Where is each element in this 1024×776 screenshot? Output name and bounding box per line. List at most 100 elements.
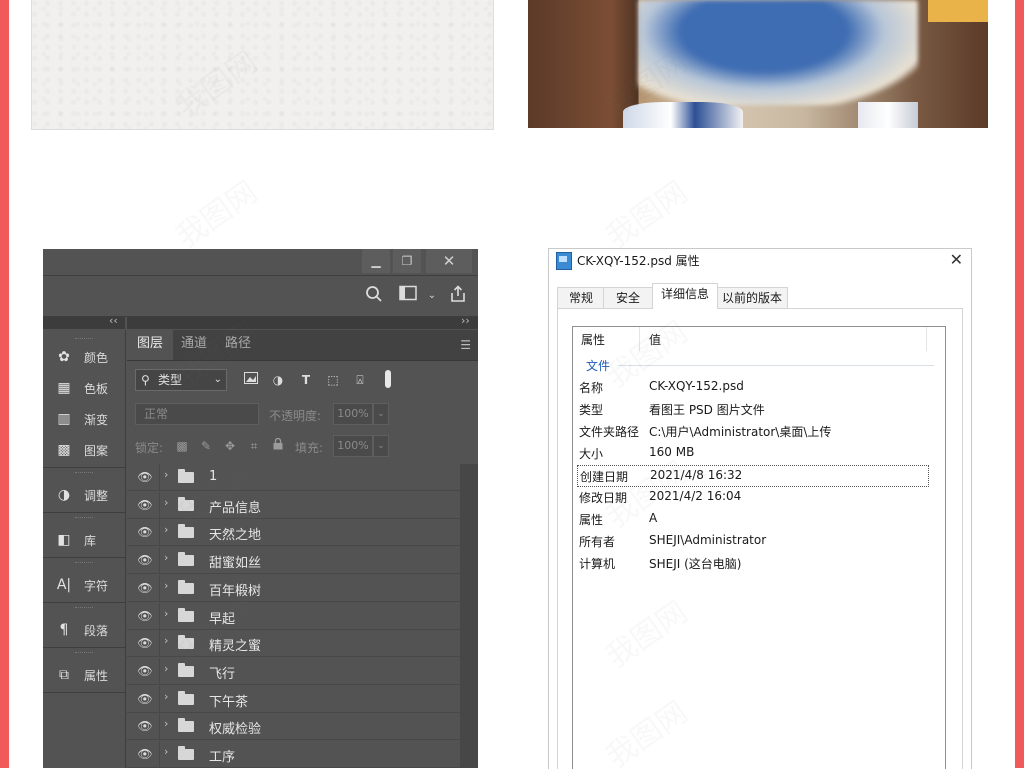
color-icon: ✿ — [58, 349, 70, 365]
smart-object-filter-icon[interactable]: ⍓ — [351, 372, 369, 388]
minimize-button[interactable]: ▁ — [362, 249, 390, 273]
blend-mode-select[interactable]: 正常 — [135, 403, 259, 425]
panel-collapse-bar[interactable]: ›› — [127, 314, 478, 329]
expand-chevron-icon[interactable]: › — [164, 579, 168, 592]
share-icon[interactable] — [447, 285, 469, 307]
visibility-eye-icon[interactable]: 👁 — [135, 523, 155, 541]
property-row[interactable]: 大小 160 MB — [577, 443, 927, 463]
visibility-eye-icon[interactable]: 👁 — [135, 551, 155, 569]
visibility-eye-icon[interactable]: 👁 — [135, 662, 155, 680]
package-image — [858, 102, 918, 128]
close-button[interactable]: ✕ — [426, 249, 472, 273]
property-row[interactable]: 文件夹路径 C:\用户\Administrator\桌面\上传 — [577, 421, 927, 441]
pixel-filter-icon[interactable] — [242, 372, 260, 388]
expand-chevron-icon[interactable]: › — [164, 551, 168, 564]
filter-toggle[interactable] — [385, 370, 391, 388]
tab-layers[interactable]: 图层 — [127, 330, 174, 360]
left-accent-border — [0, 0, 9, 768]
visibility-eye-icon[interactable]: 👁 — [135, 468, 155, 486]
dock-grip[interactable] — [75, 338, 93, 341]
dock-item-paragraph[interactable]: ¶ 段落 — [43, 617, 125, 643]
row-divider — [159, 547, 160, 574]
dock-item-pattern[interactable]: ▩ 图案 — [43, 437, 125, 463]
expand-chevron-icon[interactable]: › — [164, 523, 168, 536]
lock-transparent-icon[interactable]: ▩ — [173, 437, 191, 455]
panel-menu-icon[interactable]: ☰ — [460, 338, 471, 352]
dock-item-character[interactable]: A| 字符 — [43, 572, 125, 598]
visibility-eye-icon[interactable]: 👁 — [135, 634, 155, 652]
lock-paint-icon[interactable]: ✎ — [197, 437, 215, 455]
close-icon[interactable]: ✕ — [950, 250, 963, 269]
visibility-eye-icon[interactable]: 👁 — [135, 745, 155, 763]
layers-scrollbar[interactable] — [460, 464, 478, 768]
property-row[interactable]: 类型 看图王 PSD 图片文件 — [577, 399, 927, 419]
details-list[interactable]: 属性 值 文件 名称 CK-XQY-152.psd 类型 看图王 PSD 图片文… — [572, 326, 946, 769]
layer-row[interactable]: 👁 › 甜蜜如丝 — [127, 547, 460, 575]
dock-grip[interactable] — [75, 562, 93, 565]
dock-item-gradient[interactable]: ▥ 渐变 — [43, 406, 125, 432]
row-divider — [159, 685, 160, 712]
property-row[interactable]: 所有者 SHEJI\Administrator — [577, 531, 927, 551]
workspace-icon[interactable] — [397, 285, 419, 307]
collapse-left-icon[interactable]: ‹‹ — [109, 314, 118, 327]
expand-chevron-icon[interactable]: › — [164, 717, 168, 730]
property-key: 计算机 — [579, 557, 616, 571]
property-row[interactable]: 计算机 SHEJI (这台电脑) — [577, 553, 927, 573]
column-header-property[interactable]: 属性 — [581, 331, 605, 348]
tab-security[interactable]: 安全 — [603, 287, 653, 308]
layer-row[interactable]: 👁 › 下午茶 — [127, 685, 460, 713]
layer-row[interactable]: 👁 › 权威检验 — [127, 713, 460, 741]
layer-row[interactable]: 👁 › 1 — [127, 464, 460, 491]
visibility-eye-icon[interactable]: 👁 — [135, 579, 155, 597]
dock-divider — [43, 602, 125, 603]
lock-all-icon[interactable] — [269, 437, 287, 455]
dock-item-label: 段落 — [84, 624, 109, 638]
shape-filter-icon[interactable]: ⬚ — [324, 372, 342, 388]
adjustment-filter-icon[interactable]: ◑ — [269, 372, 287, 388]
dock-grip[interactable] — [75, 652, 93, 655]
fill-chevron-icon[interactable]: ⌄ — [373, 435, 389, 457]
tab-previous-versions[interactable]: 以前的版本 — [716, 287, 788, 308]
lock-artboard-icon[interactable]: ⌗ — [245, 437, 263, 455]
column-divider[interactable] — [926, 327, 927, 351]
visibility-eye-icon[interactable]: 👁 — [135, 717, 155, 735]
property-value: CK-XQY-152.psd — [649, 379, 744, 393]
dock-grip[interactable] — [75, 517, 93, 520]
dock-item-swatches[interactable]: ▦ 色板 — [43, 375, 125, 401]
property-value: SHEJI\Administrator — [649, 533, 767, 547]
dock-item-adjustments[interactable]: ◑ 调整 — [43, 482, 125, 508]
layer-row[interactable]: 👁 › 工序 — [127, 741, 460, 768]
collapse-right-icon[interactable]: ›› — [461, 314, 470, 327]
dock-item-color[interactable]: ✿ 颜色 — [43, 344, 125, 370]
workspace-dropdown-chevron-icon[interactable]: ⌄ — [421, 285, 443, 307]
fill-input[interactable]: 100% — [333, 435, 373, 457]
visibility-eye-icon[interactable]: 👁 — [135, 496, 155, 514]
tab-general[interactable]: 常规 — [557, 287, 605, 308]
dock-item-properties[interactable]: ⧉ 属性 — [43, 662, 125, 688]
expand-chevron-icon[interactable]: › — [164, 690, 168, 703]
expand-chevron-icon[interactable]: › — [164, 468, 168, 481]
type-filter-icon[interactable]: T — [297, 372, 315, 388]
search-icon[interactable] — [363, 285, 385, 307]
dock-collapse-bar[interactable]: ‹‹ — [43, 314, 125, 329]
dialog-title: CK-XQY-152.psd 属性 — [577, 254, 700, 268]
dock-item-label: 字符 — [84, 579, 109, 593]
layer-row[interactable]: 👁 › 天然之地 — [127, 519, 460, 547]
layer-row[interactable]: 👁 › 早起 — [127, 602, 460, 630]
opacity-chevron-icon[interactable]: ⌄ — [373, 403, 389, 425]
layer-row[interactable]: 👁 › 飞行 — [127, 657, 460, 685]
tab-details[interactable]: 详细信息 — [652, 283, 718, 309]
opacity-label: 不透明度: — [269, 409, 322, 423]
dock-grip[interactable] — [75, 472, 93, 475]
visibility-eye-icon[interactable]: 👁 — [135, 690, 155, 708]
dock-item-libraries[interactable]: ◧ 库 — [43, 527, 125, 553]
swatches-icon: ▦ — [57, 380, 71, 396]
opacity-input[interactable]: 100% — [333, 403, 373, 425]
visibility-eye-icon[interactable]: 👁 — [135, 607, 155, 625]
expand-chevron-icon[interactable]: › — [164, 662, 168, 675]
dock-grip[interactable] — [75, 607, 93, 610]
expand-chevron-icon[interactable]: › — [164, 745, 168, 758]
layer-row[interactable]: 👁 › 百年椴树 — [127, 574, 460, 602]
restore-button[interactable]: ❐ — [393, 249, 421, 273]
expand-chevron-icon[interactable]: › — [164, 607, 168, 620]
